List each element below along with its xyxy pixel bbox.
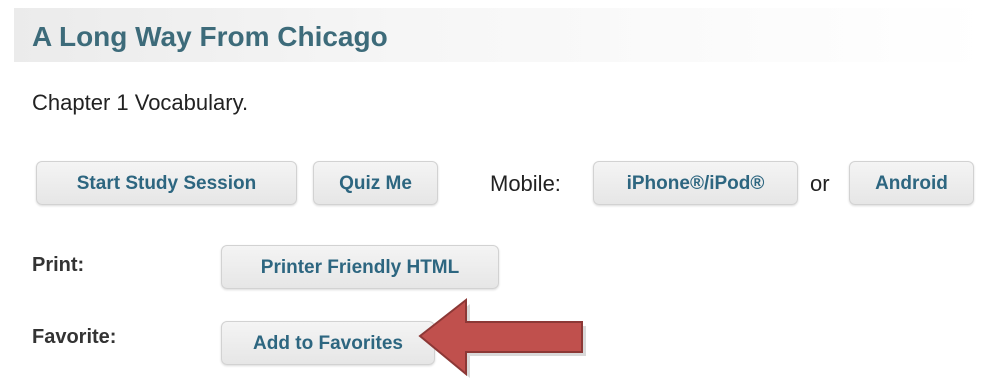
iphone-ipod-button[interactable]: iPhone®/iPod® xyxy=(593,161,798,205)
android-button[interactable]: Android xyxy=(849,161,974,205)
page-title: A Long Way From Chicago xyxy=(32,21,388,52)
print-label: Print: xyxy=(32,254,85,276)
or-text: or xyxy=(810,171,830,196)
favorite-label: Favorite: xyxy=(32,326,117,348)
add-to-favorites-button[interactable]: Add to Favorites xyxy=(221,321,435,365)
printer-friendly-html-button[interactable]: Printer Friendly HTML xyxy=(221,245,499,289)
set-description: Chapter 1 Vocabulary. xyxy=(32,90,249,115)
mobile-label: Mobile: xyxy=(490,171,561,196)
quiz-me-button[interactable]: Quiz Me xyxy=(313,161,438,205)
left-arrow-icon xyxy=(418,297,586,378)
start-study-session-button[interactable]: Start Study Session xyxy=(36,161,297,205)
